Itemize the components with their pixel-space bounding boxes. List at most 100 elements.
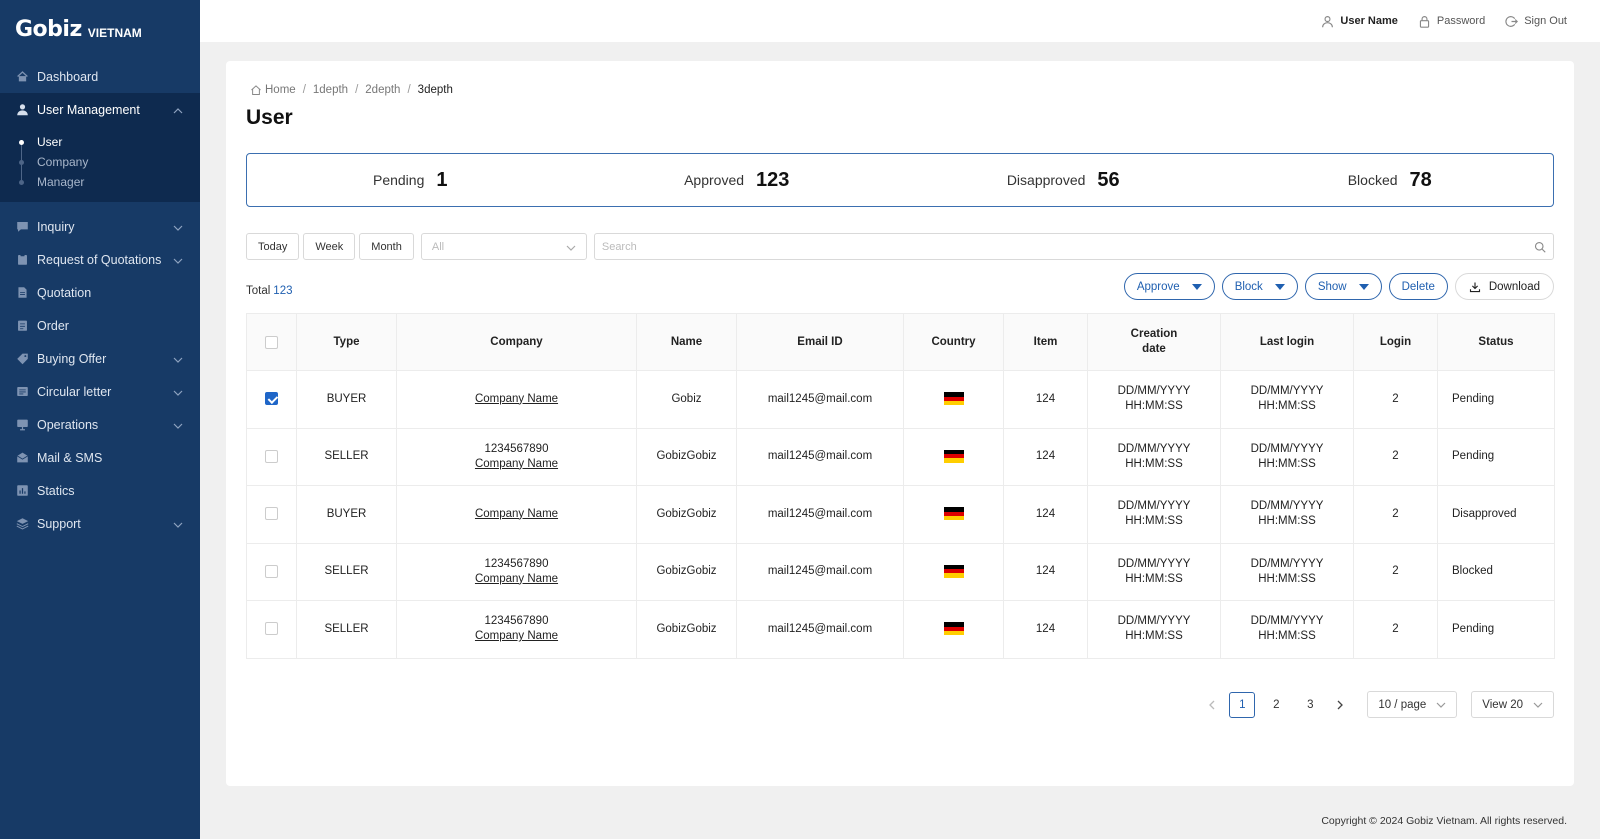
row-checkbox[interactable] xyxy=(265,564,278,578)
germany-flag-icon xyxy=(943,392,964,406)
row-checkbox[interactable] xyxy=(265,449,278,463)
home-icon xyxy=(16,70,29,83)
sidebar-subitem-manager[interactable]: Manager xyxy=(0,172,200,192)
filter-month-button[interactable]: Month xyxy=(359,233,414,260)
page-size-select[interactable]: 10 / page xyxy=(1367,691,1458,718)
column-header-email: Email ID xyxy=(736,313,904,371)
cell-status: Disapproved xyxy=(1437,485,1555,544)
company-link[interactable]: Company Name xyxy=(475,393,558,405)
cell-creation-date: DD/MM/YYYY HH:MM:SS xyxy=(1087,542,1221,601)
company-link[interactable]: Company Name xyxy=(475,458,558,470)
table-body: BUYER Company Name Gobiz mail1245@mail.com 1… xyxy=(246,370,1555,659)
sidebar-item-quotation[interactable]: Quotation xyxy=(0,276,200,309)
sidebar-item-order[interactable]: Order xyxy=(0,309,200,342)
delete-button[interactable]: Delete xyxy=(1388,273,1448,300)
view-count-select[interactable]: View 20 xyxy=(1471,691,1554,718)
cell-status: Pending xyxy=(1437,600,1555,659)
sign-out-link[interactable]: Sign Out xyxy=(1505,15,1567,28)
sidebar-item-user-management[interactable]: User Management xyxy=(0,93,200,126)
prev-page-button[interactable] xyxy=(1199,692,1225,718)
cell-email: mail1245@mail.com xyxy=(736,485,904,544)
breadcrumb-1depth[interactable]: 1depth xyxy=(313,84,348,96)
last-login-time: HH:MM:SS xyxy=(1258,515,1316,528)
cell-company: 1234567890 Company Name xyxy=(396,427,637,486)
block-button[interactable]: Block xyxy=(1221,273,1298,300)
sidebar-item-circular-letter[interactable]: Circular letter xyxy=(0,375,200,408)
filter-week-button[interactable]: Week xyxy=(303,233,356,260)
sidebar-item-mail-sms[interactable]: Mail & SMS xyxy=(0,441,200,474)
company-link[interactable]: Company Name xyxy=(475,508,558,520)
sidebar-item-label: Circular letter xyxy=(37,384,112,399)
company-link[interactable]: Company Name xyxy=(475,573,558,585)
stat-pending[interactable]: Pending 1 xyxy=(247,169,574,192)
table-row[interactable]: SELLER 1234567890 Company Name GobizGobiz ma… xyxy=(246,542,1555,601)
sidebar-item-request-of-quotations[interactable]: Request of Quotations xyxy=(0,243,200,276)
search-icon[interactable] xyxy=(1534,241,1546,253)
logo[interactable]: Gobiz VIETNAM xyxy=(0,0,200,60)
logo-sub: VIETNAM xyxy=(87,26,142,40)
creation-date: DD/MM/YYYY xyxy=(1117,385,1191,398)
cell-last-login: DD/MM/YYYY HH:MM:SS xyxy=(1220,542,1354,601)
flag-stripe xyxy=(943,400,964,406)
cell-email: mail1245@mail.com xyxy=(736,427,904,486)
germany-flag-icon xyxy=(943,622,964,636)
next-page-button[interactable] xyxy=(1327,692,1353,718)
sidebar-item-dashboard[interactable]: Dashboard xyxy=(0,60,200,93)
stat-disapproved[interactable]: Disapproved 56 xyxy=(900,169,1227,192)
sidebar-item-operations[interactable]: Operations xyxy=(0,408,200,441)
sidebar-subitem-user[interactable]: User xyxy=(0,132,200,152)
download-button[interactable]: Download xyxy=(1454,273,1554,300)
sidebar-subitem-company[interactable]: Company xyxy=(0,152,200,172)
sidebar-item-label: Statics xyxy=(37,483,75,498)
user-menu[interactable]: User Name xyxy=(1321,15,1398,28)
select-all-checkbox[interactable] xyxy=(265,335,278,349)
column-header-item: Item xyxy=(1003,313,1088,371)
table-row[interactable]: BUYER Company Name GobizGobiz mail1245@mail… xyxy=(246,485,1555,544)
last-login-date: DD/MM/YYYY xyxy=(1250,500,1324,513)
row-checkbox[interactable] xyxy=(265,392,278,406)
flag-stripe xyxy=(943,573,964,578)
cell-country xyxy=(903,542,1004,601)
sidebar-item-label: Mail & SMS xyxy=(37,450,103,465)
table-row[interactable]: SELLER 1234567890 Company Name GobizGobiz ma… xyxy=(246,427,1555,486)
sidebar-item-label: User Management xyxy=(37,102,140,117)
show-button[interactable]: Show xyxy=(1304,273,1382,300)
sidebar-item-support[interactable]: Support xyxy=(0,507,200,540)
total-label: Total xyxy=(246,285,271,297)
content-card: Home / 1depth / 2depth / 3depth User Pen… xyxy=(226,61,1574,786)
cell-item: 124 xyxy=(1003,485,1088,544)
cell-creation-date: DD/MM/YYYY HH:MM:SS xyxy=(1087,485,1221,544)
lock-icon xyxy=(1419,15,1430,28)
stat-approved[interactable]: Approved 123 xyxy=(574,169,901,192)
breadcrumb-2depth[interactable]: 2depth xyxy=(365,84,400,96)
cell-status: Pending xyxy=(1437,370,1555,429)
sidebar-item-buying-offer[interactable]: Buying Offer xyxy=(0,342,200,375)
approve-button[interactable]: Approve xyxy=(1123,273,1215,300)
chevron-down-icon xyxy=(173,386,183,396)
user-icon xyxy=(16,103,29,116)
cell-type: SELLER xyxy=(296,600,397,659)
page-1-button[interactable]: 1 xyxy=(1229,691,1256,718)
cell-country xyxy=(903,427,1004,486)
cell-status: Pending xyxy=(1437,427,1555,486)
table-row[interactable]: BUYER Company Name Gobiz mail1245@mail.com 1… xyxy=(246,370,1555,429)
sidebar-item-statics[interactable]: Statics xyxy=(0,474,200,507)
column-header-creation-date: Creation date xyxy=(1087,313,1221,371)
page-2-button[interactable]: 2 xyxy=(1263,692,1289,718)
breadcrumb-home[interactable]: Home xyxy=(265,84,296,96)
sidebar-item-inquiry[interactable]: Inquiry xyxy=(0,210,200,243)
cell-last-login: DD/MM/YYYY HH:MM:SS xyxy=(1220,427,1354,486)
table-row[interactable]: SELLER 1234567890 Company Name GobizGobiz ma… xyxy=(246,600,1555,659)
password-link[interactable]: Password xyxy=(1418,15,1485,28)
row-checkbox[interactable] xyxy=(265,622,278,636)
footer-copyright: Copyright © 2024 Gobiz Vietnam. All righ… xyxy=(1321,815,1567,827)
cell-name: GobizGobiz xyxy=(636,427,737,486)
company-link[interactable]: Company Name xyxy=(475,630,558,642)
page-3-button[interactable]: 3 xyxy=(1297,692,1323,718)
search-input[interactable] xyxy=(594,234,1553,259)
clipboard-icon xyxy=(16,253,29,266)
filter-today-button[interactable]: Today xyxy=(246,233,300,260)
category-select[interactable]: All xyxy=(420,233,587,260)
stat-blocked[interactable]: Blocked 78 xyxy=(1227,169,1554,192)
row-checkbox[interactable] xyxy=(265,507,278,521)
